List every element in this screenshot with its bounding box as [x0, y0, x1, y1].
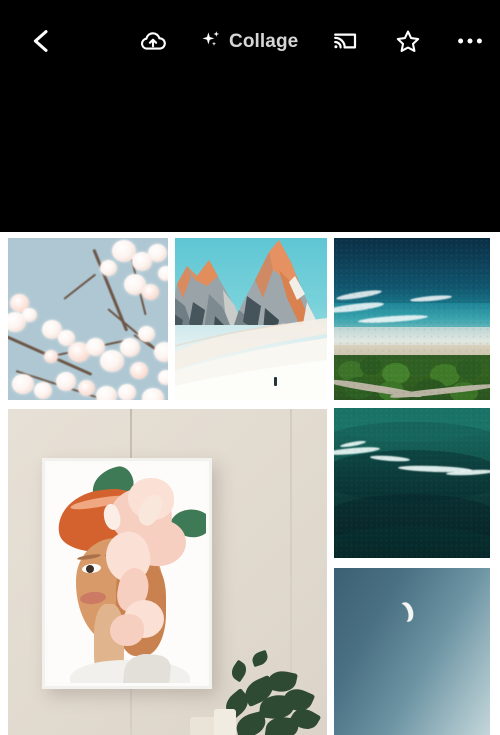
- collage-tile-aerial-beach[interactable]: [334, 238, 490, 400]
- moon-sky: [334, 568, 490, 735]
- star-outline-icon: [397, 30, 420, 52]
- backup-button[interactable]: [131, 17, 175, 65]
- picture-frame: [42, 458, 212, 689]
- back-button[interactable]: [18, 17, 62, 65]
- collage-label: Collage: [229, 30, 299, 52]
- mountain-hiker-figure: [274, 377, 277, 386]
- favorite-button[interactable]: [386, 17, 430, 65]
- collage-tile-snow-mountain[interactable]: [175, 238, 327, 400]
- more-horizontal-icon: [458, 38, 483, 44]
- beach-texture: [334, 238, 490, 400]
- plant-pot: [190, 717, 216, 735]
- cloud-upload-icon: [140, 32, 166, 50]
- plant-vase: [214, 709, 236, 735]
- chevron-left-icon: [33, 30, 48, 52]
- top-toolbar: Collage: [0, 0, 500, 82]
- cast-button[interactable]: [323, 17, 367, 65]
- portrait-artwork: [48, 464, 206, 683]
- collage-grid: [0, 232, 500, 735]
- sparkle-icon: [202, 31, 220, 46]
- blossom-foliage: [8, 238, 168, 400]
- collage-tile-ocean-wave[interactable]: [334, 408, 490, 558]
- collage-tile-cherry-blossom[interactable]: [8, 238, 168, 400]
- collage-tile-crescent-moon[interactable]: [334, 568, 490, 735]
- collage-tile-framed-portrait[interactable]: [8, 409, 327, 735]
- chromecast-icon: [334, 33, 357, 49]
- mountain-snow-ridges: [175, 318, 327, 400]
- ocean-texture: [334, 408, 490, 558]
- more-options-button[interactable]: [448, 17, 492, 65]
- collage-button[interactable]: Collage: [199, 17, 300, 65]
- collage-screen: Collage: [0, 0, 500, 735]
